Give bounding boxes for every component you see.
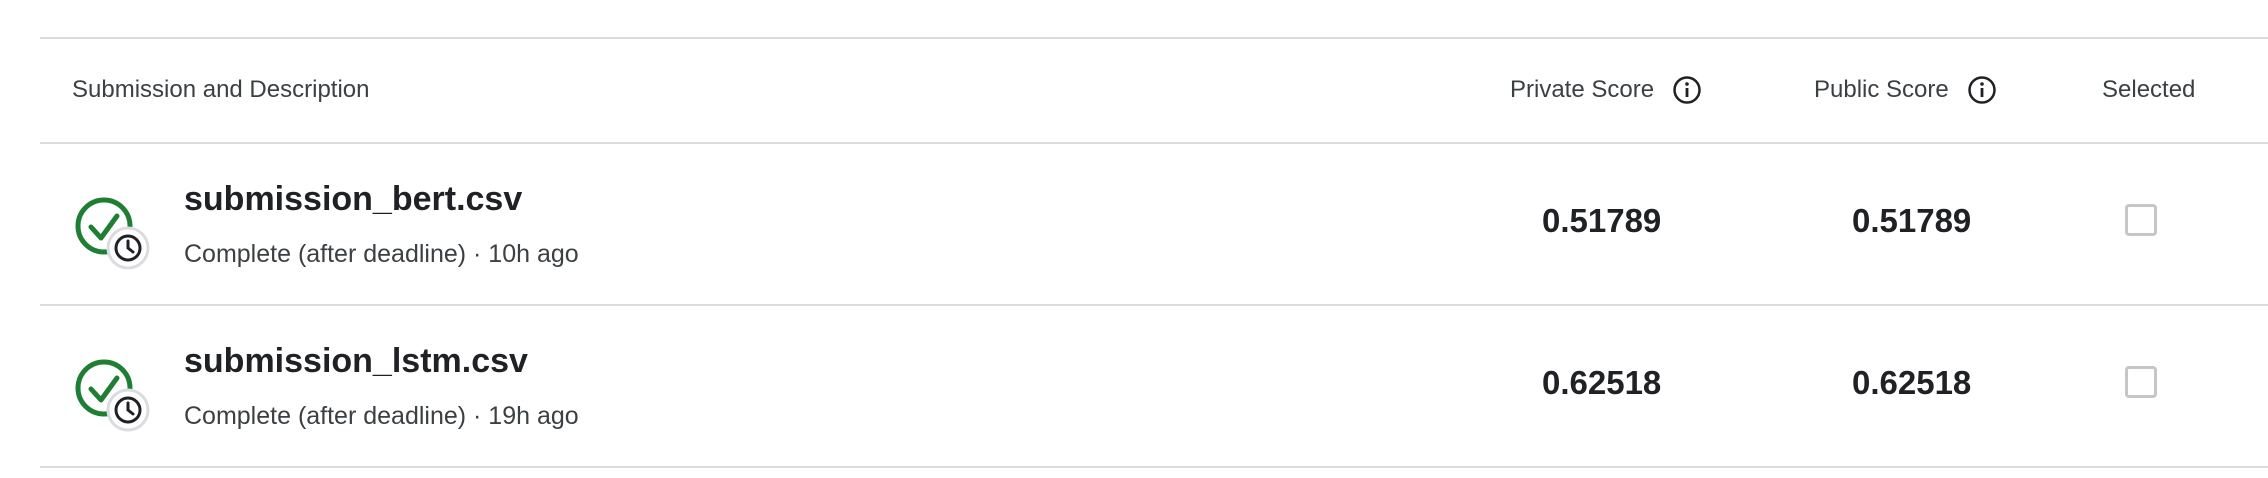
table-row: submission_lstm.csv Complete (after dead…	[40, 306, 2268, 466]
header-private-score-label: Private Score	[1510, 76, 1655, 103]
header-description: Submission and Description	[72, 76, 370, 103]
check-circle-clock-icon	[75, 197, 150, 270]
info-icon[interactable]	[1672, 75, 1702, 105]
public-score-value: 0.51789	[1852, 202, 1972, 239]
header-private-score: Private Score	[1510, 75, 1702, 105]
submission-status: Complete (after deadline) · 10h ago	[184, 240, 579, 268]
private-score-value: 0.51789	[1542, 202, 1662, 239]
table-header: Submission and Description Private Score…	[40, 38, 2268, 142]
check-circle-clock-icon	[75, 359, 150, 432]
bottom-divider	[40, 466, 2268, 468]
header-selected: Selected	[2102, 76, 2196, 103]
table-row: submission_bert.csv Complete (after dead…	[40, 144, 2268, 304]
private-score-value: 0.62518	[1542, 364, 1662, 401]
header-public-score: Public Score	[1814, 75, 1997, 105]
submission-filename[interactable]: submission_bert.csv	[184, 180, 522, 219]
selected-checkbox[interactable]	[2125, 366, 2157, 398]
submission-filename[interactable]: submission_lstm.csv	[184, 342, 528, 381]
selected-checkbox[interactable]	[2125, 204, 2157, 236]
header-public-score-label: Public Score	[1814, 76, 1949, 103]
info-icon[interactable]	[1967, 75, 1997, 105]
public-score-value: 0.62518	[1852, 364, 1972, 401]
submission-status: Complete (after deadline) · 19h ago	[184, 402, 579, 430]
